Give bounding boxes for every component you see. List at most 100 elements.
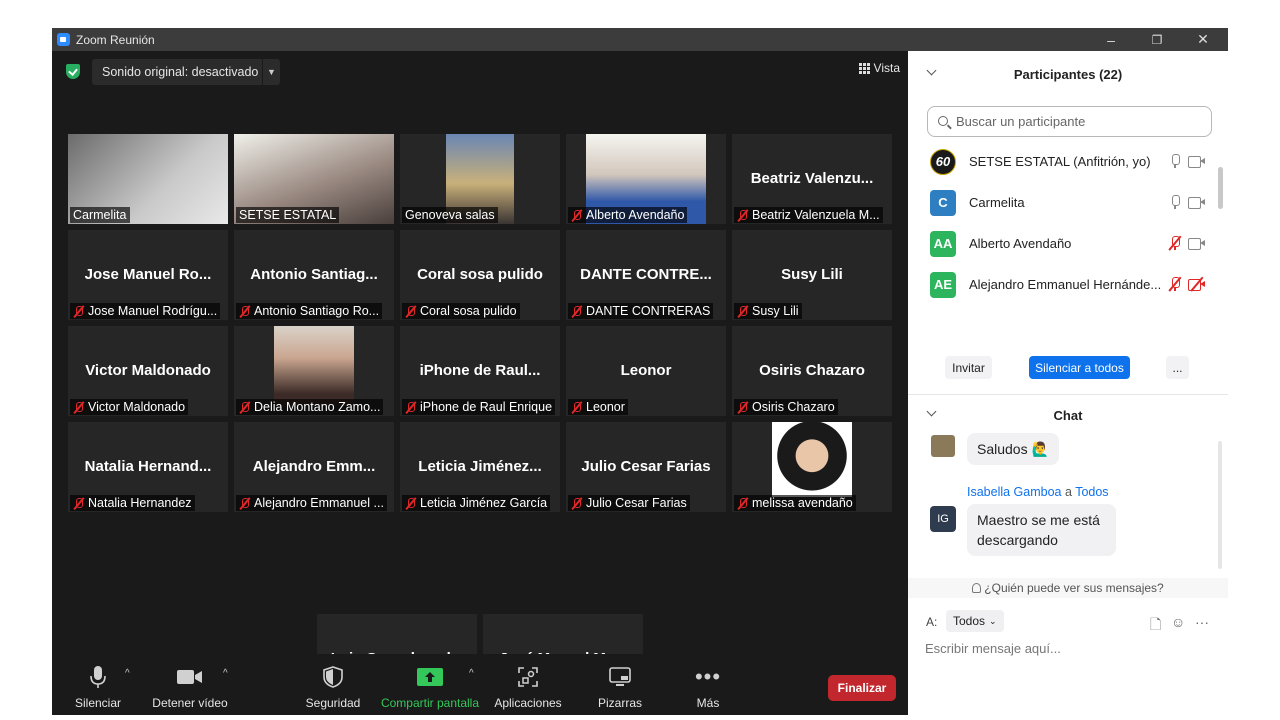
chat-text-line: Maestro se me está — [977, 512, 1100, 528]
tile-display-name: Alejandro Emm... — [252, 458, 376, 475]
more-button[interactable]: ••• Más — [682, 664, 734, 710]
tile-display-name: Julio Cesar Farias — [581, 458, 711, 475]
video-tile[interactable]: Osiris Chazaro Osiris Chazaro — [732, 326, 892, 416]
video-tile[interactable]: Julio Cesar Farias Julio Cesar Farias — [566, 422, 726, 512]
video-tile[interactable]: Genoveva salas — [400, 134, 560, 224]
participant-name: Osiris Chazaro — [752, 400, 835, 414]
participant-row[interactable]: AA Alberto Avendaño — [908, 223, 1218, 264]
microphone-icon[interactable] — [1168, 194, 1182, 210]
mute-options-caret-icon[interactable]: ^ — [125, 668, 130, 679]
chat-text-line: descargando — [977, 532, 1058, 548]
search-icon — [938, 116, 948, 126]
collapse-chevron-icon[interactable] — [926, 65, 937, 76]
muted-mic-icon — [571, 305, 583, 318]
participant-name: Leticia Jiménez García — [420, 496, 548, 510]
video-tile[interactable]: Jose Manuel Ro... Jose Manuel Rodrígu... — [68, 230, 228, 320]
tile-display-name: Natalia Hernand... — [84, 458, 212, 475]
share-screen-button[interactable]: Compartir pantalla — [378, 664, 482, 710]
video-camera-icon[interactable] — [1188, 238, 1205, 250]
participants-scrollbar[interactable] — [1218, 167, 1223, 209]
video-tile[interactable]: Delia Montano Zamo... — [234, 326, 394, 416]
video-tile[interactable]: Alberto Avendaño — [566, 134, 726, 224]
video-tile[interactable]: Leticia Jiménez... Leticia Jiménez García — [400, 422, 560, 512]
security-button[interactable]: Seguridad — [302, 664, 364, 710]
video-tile[interactable]: Leonor Leonor — [566, 326, 726, 416]
original-sound-button[interactable]: Sonido original: desactivado ▼ — [92, 59, 280, 85]
tile-display-name: Coral sosa pulido — [417, 266, 543, 283]
tile-name-label: melissa avendaño — [734, 495, 856, 511]
tile-display-name: iPhone de Raul... — [419, 362, 541, 379]
tile-name-label: Delia Montano Zamo... — [236, 399, 384, 415]
participant-search-input[interactable]: Buscar un participante — [927, 106, 1212, 137]
video-options-caret-icon[interactable]: ^ — [223, 668, 228, 679]
muted-mic-icon — [73, 401, 85, 414]
participant-row[interactable]: AE Alejandro Emmanuel Hernánde... — [908, 264, 1218, 305]
video-tile[interactable]: Antonio Santiag... Antonio Santiago Ro... — [234, 230, 394, 320]
video-tile[interactable]: Beatriz Valenzu... Beatriz Valenzuela M..… — [732, 134, 892, 224]
chat-more-icon[interactable]: ··· — [1195, 614, 1209, 630]
emoji-icon[interactable]: ☺ — [1171, 614, 1185, 630]
video-tile[interactable]: Alejandro Emm... Alejandro Emmanuel ... — [234, 422, 394, 512]
participant-name: Carmelita — [73, 208, 127, 222]
participants-more-button[interactable]: ... — [1166, 356, 1189, 379]
tile-name-label: SETSE ESTATAL — [236, 207, 340, 223]
video-tile[interactable]: iPhone de Raul... iPhone de Raul Enrique — [400, 326, 560, 416]
file-icon[interactable]: 🗋 — [1150, 614, 1161, 638]
who-can-see-link[interactable]: ¿Quién puede ver sus mensajes? — [908, 578, 1228, 598]
participant-name: Alejandro Emmanuel ... — [254, 496, 384, 510]
chat-scrollbar[interactable] — [1218, 441, 1222, 569]
security-shield-icon[interactable] — [66, 64, 80, 79]
invite-button[interactable]: Invitar — [945, 356, 992, 379]
tile-display-name: Osiris Chazaro — [759, 362, 865, 379]
apps-button[interactable]: Aplicaciones — [492, 664, 564, 710]
more-dots-icon: ••• — [694, 664, 722, 689]
microphone-icon[interactable] — [1168, 153, 1182, 169]
recipient-dropdown[interactable]: Todos ⌄ — [946, 610, 1004, 632]
video-tile[interactable]: SETSE ESTATAL — [234, 134, 394, 224]
chevron-down-icon[interactable]: ▼ — [262, 59, 280, 85]
mute-button[interactable]: Silenciar — [70, 664, 126, 710]
end-meeting-button[interactable]: Finalizar — [828, 675, 896, 701]
chat-header: Chat — [908, 392, 1228, 438]
collapse-chevron-icon[interactable] — [926, 406, 937, 417]
muted-mic-icon[interactable] — [1168, 276, 1182, 292]
muted-mic-icon — [571, 209, 583, 222]
restore-button[interactable]: ❐ — [1134, 28, 1180, 51]
participant-row[interactable]: C Carmelita — [908, 182, 1218, 223]
video-tile[interactable]: Susy Lili Susy Lili — [732, 230, 892, 320]
video-off-icon[interactable] — [1188, 276, 1205, 292]
participant-row[interactable]: 60 SETSE ESTATAL (Anfitrión, yo) — [908, 141, 1218, 182]
muted-mic-icon[interactable] — [1168, 235, 1182, 251]
video-tile[interactable]: Natalia Hernand... Natalia Hernandez — [68, 422, 228, 512]
stop-video-button[interactable]: Detener vídeo — [148, 664, 232, 710]
video-tile[interactable]: melissa avendaño — [732, 422, 892, 512]
participant-name: Alberto Avendaño — [969, 236, 1072, 251]
video-tile[interactable]: Coral sosa pulido Coral sosa pulido — [400, 230, 560, 320]
chat-message-input[interactable]: Escribir mensaje aquí... — [925, 641, 1061, 656]
muted-mic-icon — [405, 497, 417, 510]
participant-name: Beatriz Valenzuela M... — [752, 208, 880, 222]
video-camera-icon[interactable] — [1188, 156, 1205, 168]
participant-name: Antonio Santiago Ro... — [254, 304, 380, 318]
video-tile[interactable]: Victor Maldonado Victor Maldonado — [68, 326, 228, 416]
view-button[interactable]: Vista — [858, 61, 900, 75]
video-area: Sonido original: desactivado ▼ Vista Car… — [52, 51, 908, 715]
security-shield-toolbar-icon — [323, 666, 343, 688]
tile-name-label: Carmelita — [70, 207, 130, 223]
participant-name: Jose Manuel Rodrígu... — [88, 304, 218, 318]
share-options-caret-icon[interactable]: ^ — [469, 668, 474, 679]
video-tile[interactable]: DANTE CONTRE... DANTE CONTRERAS — [566, 230, 726, 320]
minimize-button[interactable]: – — [1088, 28, 1134, 51]
whiteboards-button[interactable]: Pizarras — [592, 664, 648, 710]
chat-sender: Isabella Gamboa a Todos — [967, 485, 1109, 499]
video-tile[interactable]: Carmelita — [68, 134, 228, 224]
sender-name[interactable]: Isabella Gamboa — [967, 485, 1062, 499]
tile-display-name: Antonio Santiag... — [250, 266, 378, 283]
close-button[interactable]: ✕ — [1180, 28, 1226, 51]
muted-mic-icon — [239, 305, 251, 318]
mute-all-button[interactable]: Silenciar a todos — [1029, 356, 1130, 379]
avatar — [931, 435, 955, 457]
video-camera-icon[interactable] — [1188, 197, 1205, 209]
avatar: AA — [930, 230, 956, 257]
window-title: Zoom Reunión — [76, 32, 155, 47]
